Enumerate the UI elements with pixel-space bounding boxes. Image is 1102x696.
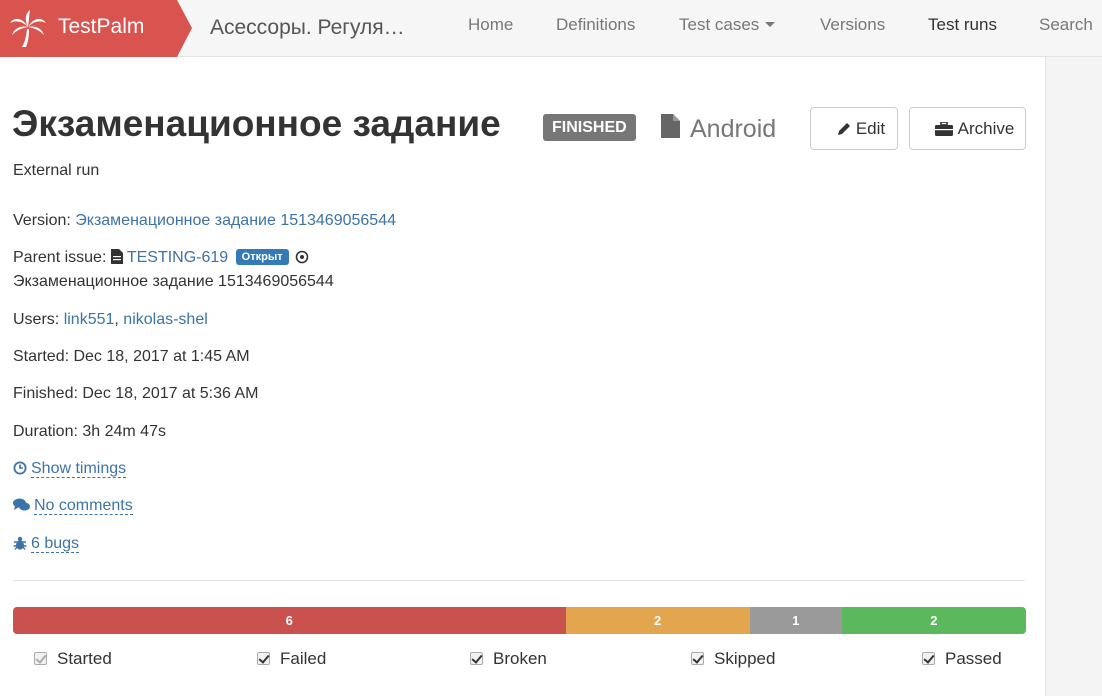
- comments-row: No comments: [13, 497, 133, 515]
- navbar: TestPalm Асессоры. Регуля… Home Definiti…: [0, 0, 1102, 57]
- filter-failed[interactable]: Failed: [257, 649, 326, 669]
- user-link[interactable]: link551: [64, 311, 115, 328]
- duration: Duration: 3h 24m 47s: [13, 423, 166, 440]
- nav-test-cases[interactable]: Test cases: [679, 15, 776, 35]
- progress-segment-passed[interactable]: 2: [841, 607, 1026, 634]
- page-title: Экзаменационное задание: [12, 103, 501, 144]
- progress-segment-started[interactable]: 6: [13, 607, 566, 634]
- comments-link[interactable]: No comments: [34, 497, 133, 515]
- checkbox[interactable]: [470, 652, 483, 665]
- bugs-link[interactable]: 6 bugs: [31, 535, 80, 553]
- started-time: Started: Dec 18, 2017 at 1:45 AM: [13, 348, 250, 365]
- bug-icon: [13, 536, 27, 550]
- progress-segment-failed[interactable]: 2: [565, 607, 750, 634]
- briefcase-icon: [934, 121, 953, 136]
- parent-issue-row: Parent issue: TESTING-619 Открыт: [13, 249, 309, 267]
- parent-issue-summary: Экзаменационное задание 1513469056544: [13, 273, 334, 290]
- comments-icon: [13, 498, 30, 511]
- filter-label: Started: [57, 649, 112, 668]
- filter-passed[interactable]: Passed: [922, 649, 1002, 669]
- version-label: Version:: [13, 212, 71, 229]
- version-link[interactable]: Экзаменационное задание 1513469056544: [75, 212, 396, 229]
- archive-button[interactable]: Archive: [909, 107, 1026, 150]
- user-separator: ,: [114, 311, 119, 328]
- show-timings-link[interactable]: Show timings: [31, 460, 127, 478]
- parent-issue-link[interactable]: TESTING-619: [127, 249, 228, 266]
- checkbox[interactable]: [34, 652, 47, 665]
- nav-home[interactable]: Home: [468, 15, 513, 35]
- brand-name: TestPalm: [58, 15, 145, 38]
- nav-test-runs[interactable]: Test runs: [928, 15, 997, 35]
- results-progress-bar: 6 2 1 2: [13, 607, 1026, 634]
- clock-icon: [13, 461, 27, 475]
- palm-tree-icon: [10, 10, 46, 47]
- checkbox[interactable]: [691, 652, 704, 665]
- nav-versions[interactable]: Versions: [820, 15, 885, 35]
- users-row: Users: link551, nikolas-shel: [13, 311, 208, 329]
- filter-broken[interactable]: Broken: [470, 649, 547, 669]
- show-timings-row: Show timings: [13, 460, 127, 478]
- brand-home-link[interactable]: TestPalm: [0, 0, 192, 57]
- checkbox[interactable]: [922, 652, 935, 665]
- finished-time: Finished: Dec 18, 2017 at 5:36 AM: [13, 385, 259, 402]
- nav-test-cases-label: Test cases: [679, 15, 760, 34]
- filter-label: Broken: [493, 649, 547, 668]
- parent-issue-label: Parent issue:: [13, 249, 107, 266]
- progress-segment-broken[interactable]: 1: [749, 607, 842, 634]
- users-label: Users:: [13, 311, 60, 328]
- filter-label: Failed: [280, 649, 327, 668]
- issue-status-badge: Открыт: [235, 249, 289, 265]
- file-icon: [661, 114, 680, 138]
- nav-search[interactable]: Search: [1039, 15, 1093, 35]
- platform-name: Android: [690, 115, 777, 143]
- edit-button[interactable]: Edit: [810, 107, 898, 150]
- filter-skipped[interactable]: Skipped: [691, 649, 775, 669]
- divider: [13, 580, 1025, 581]
- edit-button-label: Edit: [855, 119, 886, 138]
- pencil-icon: [837, 123, 850, 135]
- version-row: Version: Экзаменационное задание 1513469…: [13, 212, 396, 230]
- checkbox[interactable]: [257, 652, 270, 665]
- nav-definitions[interactable]: Definitions: [556, 15, 635, 35]
- filter-label: Passed: [945, 649, 1002, 668]
- filter-started[interactable]: Started: [34, 649, 112, 669]
- project-name[interactable]: Асессоры. Регуля…: [210, 16, 405, 40]
- status-badge: FINISHED: [543, 114, 636, 141]
- run-type: External run: [13, 162, 100, 179]
- user-link[interactable]: nikolas-shel: [123, 311, 207, 328]
- target-circle-icon[interactable]: [295, 250, 309, 264]
- right-gutter: [1045, 57, 1102, 696]
- bugs-row: 6 bugs: [13, 535, 80, 553]
- filter-label: Skipped: [714, 649, 776, 668]
- archive-button-label: Archive: [957, 119, 1015, 138]
- file-icon: [110, 249, 123, 264]
- caret-down-icon: [765, 22, 776, 27]
